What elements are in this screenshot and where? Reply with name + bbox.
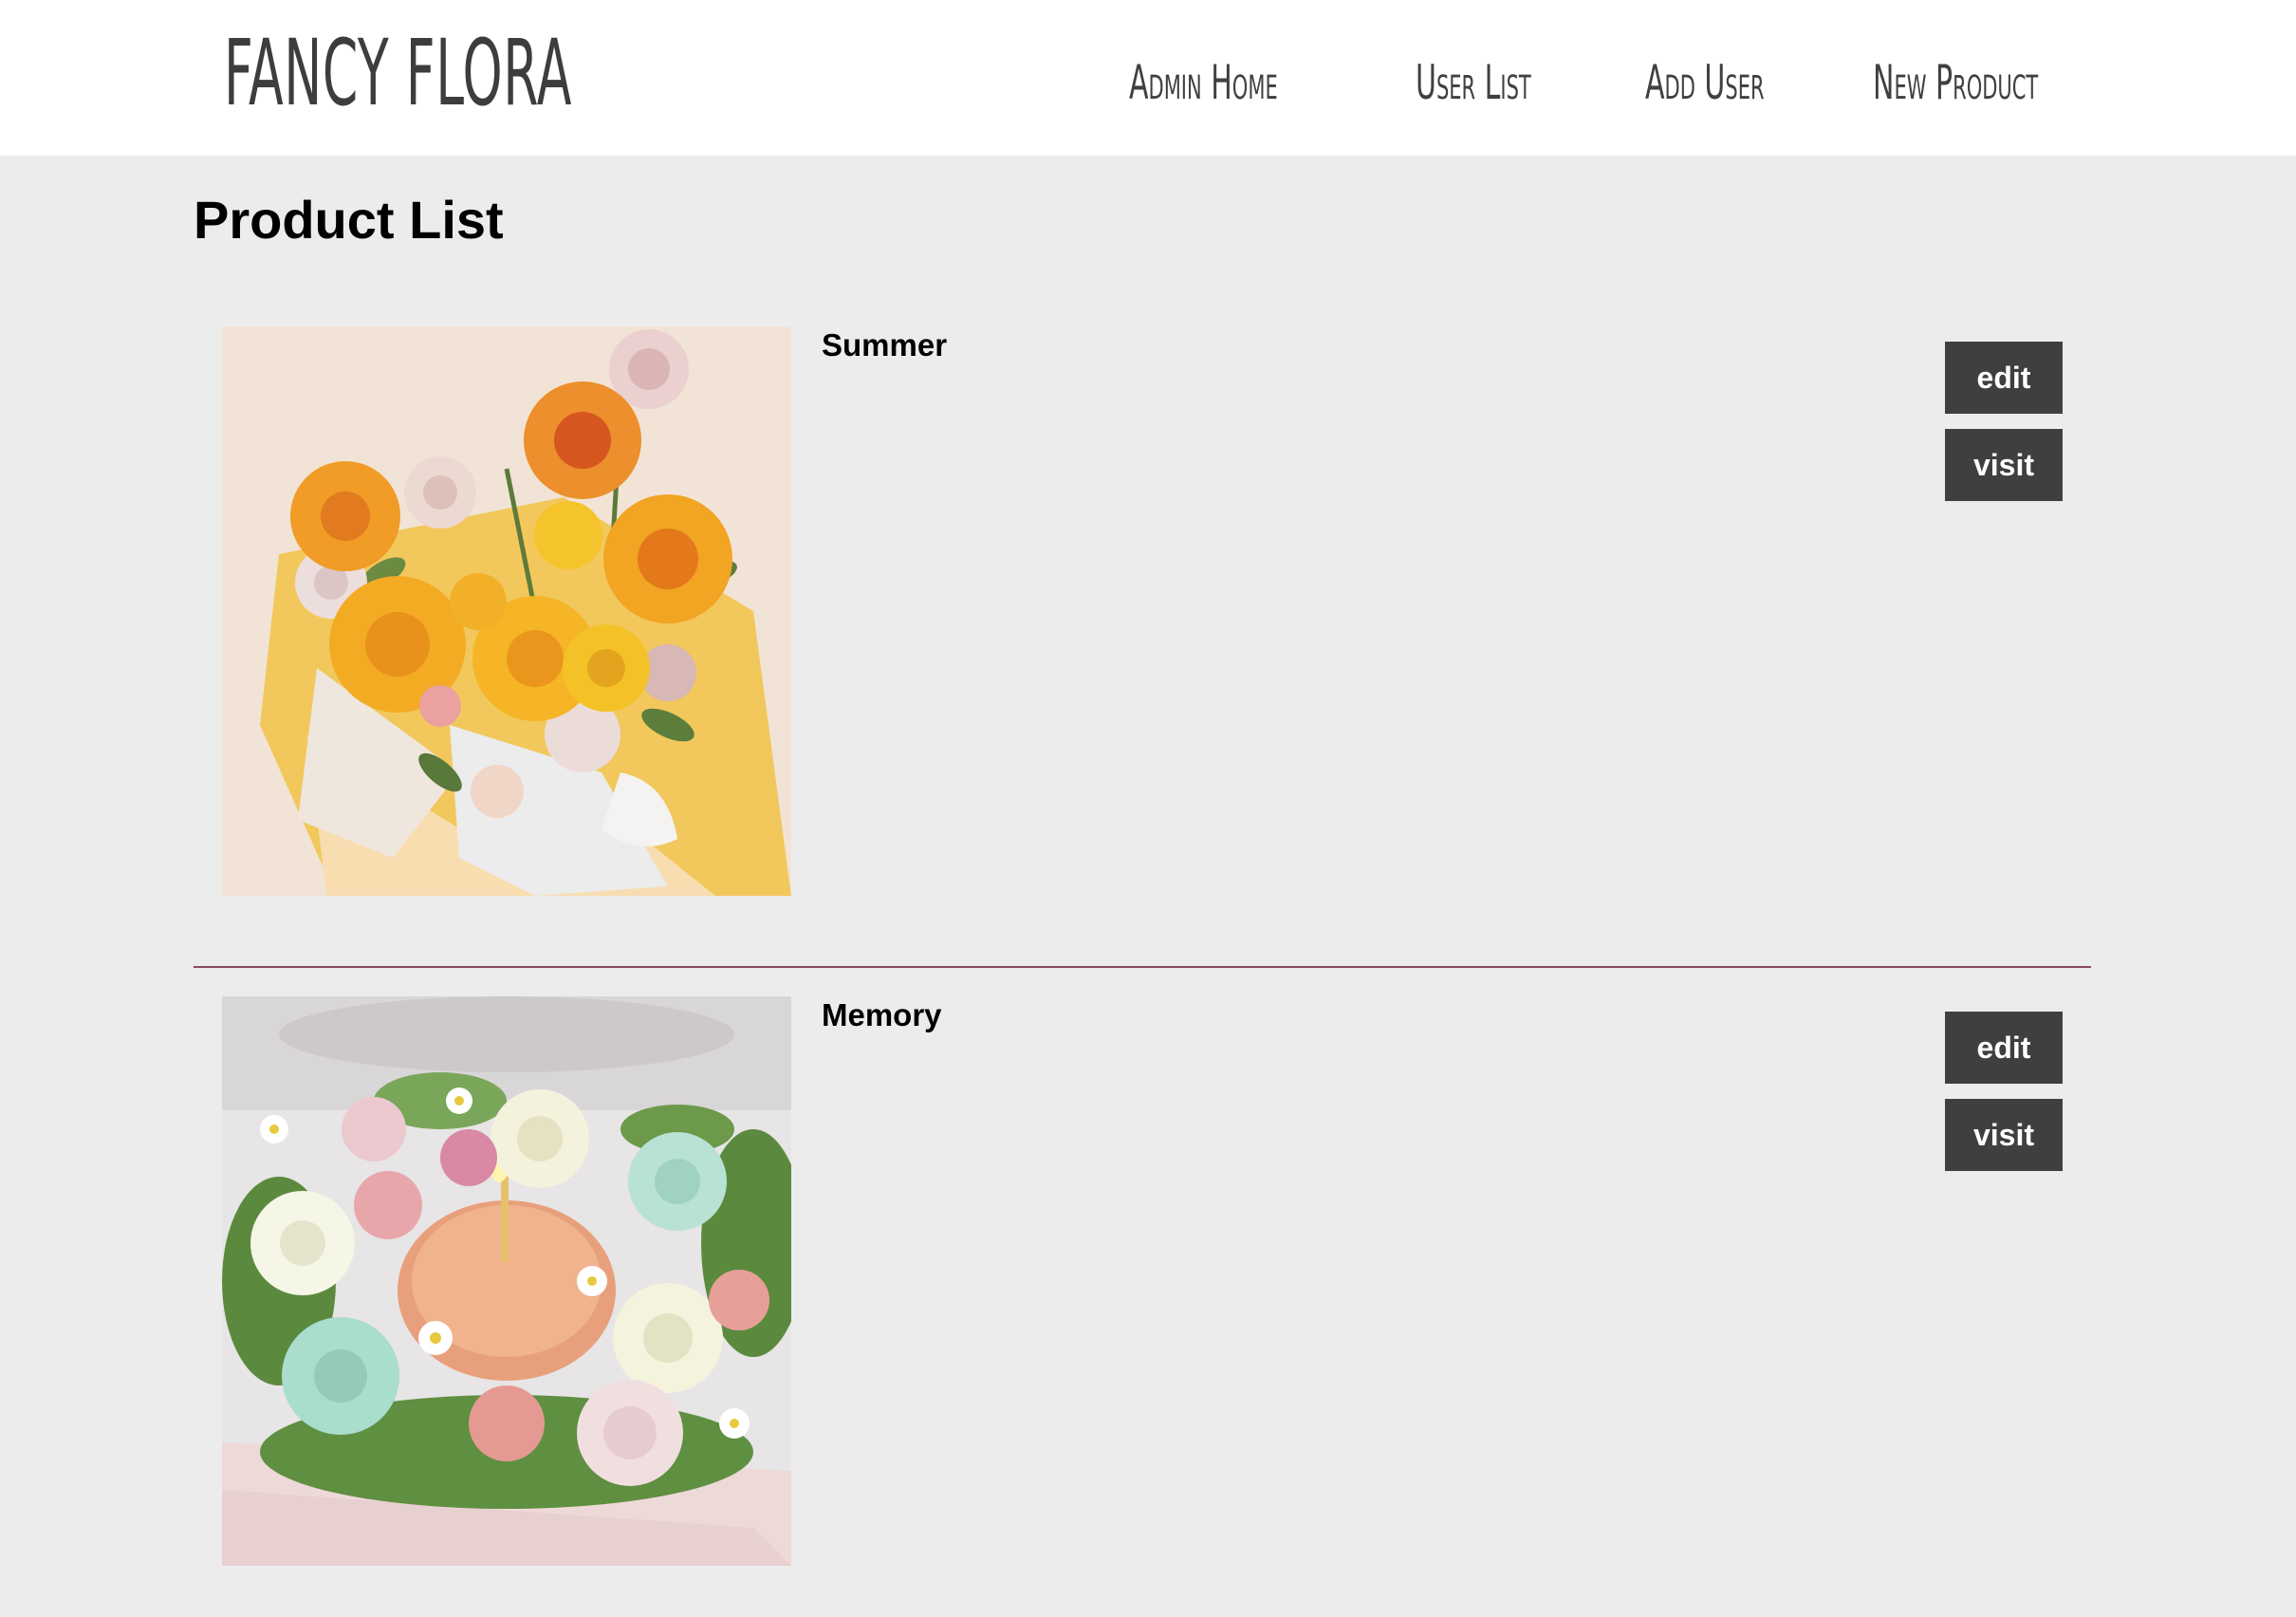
page-title: Product List (194, 190, 504, 250)
visit-button[interactable]: visit (1945, 429, 2063, 501)
product-item: Memory edit visit (194, 996, 2091, 1585)
top-navigation-bar: FANCY FLORA Admin Home User List Add Use… (0, 0, 2296, 156)
nav-new-product[interactable]: New Product (1873, 49, 2038, 116)
product-image[interactable] (222, 326, 791, 896)
nav-user-list[interactable]: User List (1416, 49, 1531, 116)
product-name[interactable]: Memory (822, 996, 942, 1034)
product-divider (194, 966, 2091, 968)
nav-add-user[interactable]: Add User (1645, 49, 1765, 116)
nav-admin-home[interactable]: Admin Home (1129, 49, 1278, 116)
edit-button[interactable]: edit (1945, 342, 2063, 414)
brand-logo[interactable]: FANCY FLORA (224, 21, 572, 125)
product-item: Summer edit visit (194, 326, 2091, 915)
visit-button[interactable]: visit (1945, 1099, 2063, 1171)
product-image[interactable] (222, 996, 791, 1566)
flower-box-with-candle-photo (222, 996, 791, 1566)
edit-button[interactable]: edit (1945, 1012, 2063, 1084)
yellow-rose-bouquet-photo (222, 326, 791, 896)
product-name[interactable]: Summer (822, 326, 947, 364)
